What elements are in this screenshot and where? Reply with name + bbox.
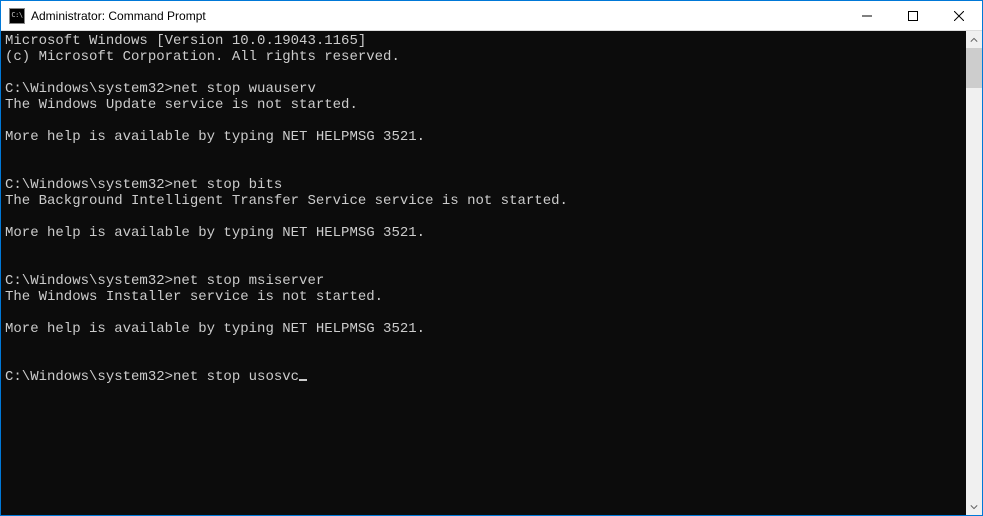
close-icon — [954, 11, 964, 21]
maximize-button[interactable] — [890, 1, 936, 30]
app-icon: C:\ — [9, 8, 25, 24]
scroll-down-button[interactable] — [966, 498, 982, 515]
window-title: Administrator: Command Prompt — [31, 9, 844, 23]
maximize-icon — [908, 11, 918, 21]
minimize-icon — [862, 11, 872, 21]
minimize-button[interactable] — [844, 1, 890, 30]
chevron-down-icon — [970, 503, 978, 511]
close-button[interactable] — [936, 1, 982, 30]
console-output[interactable]: Microsoft Windows [Version 10.0.19043.11… — [1, 31, 966, 515]
scroll-thumb[interactable] — [966, 48, 982, 88]
chevron-up-icon — [970, 36, 978, 44]
vertical-scrollbar[interactable] — [966, 31, 982, 515]
titlebar[interactable]: C:\ Administrator: Command Prompt — [1, 1, 982, 31]
app-icon-text: C:\ — [11, 12, 22, 19]
window-controls — [844, 1, 982, 30]
scroll-up-button[interactable] — [966, 31, 982, 48]
console-area: Microsoft Windows [Version 10.0.19043.11… — [1, 31, 982, 515]
command-prompt-window: C:\ Administrator: Command Prompt Micros… — [0, 0, 983, 516]
